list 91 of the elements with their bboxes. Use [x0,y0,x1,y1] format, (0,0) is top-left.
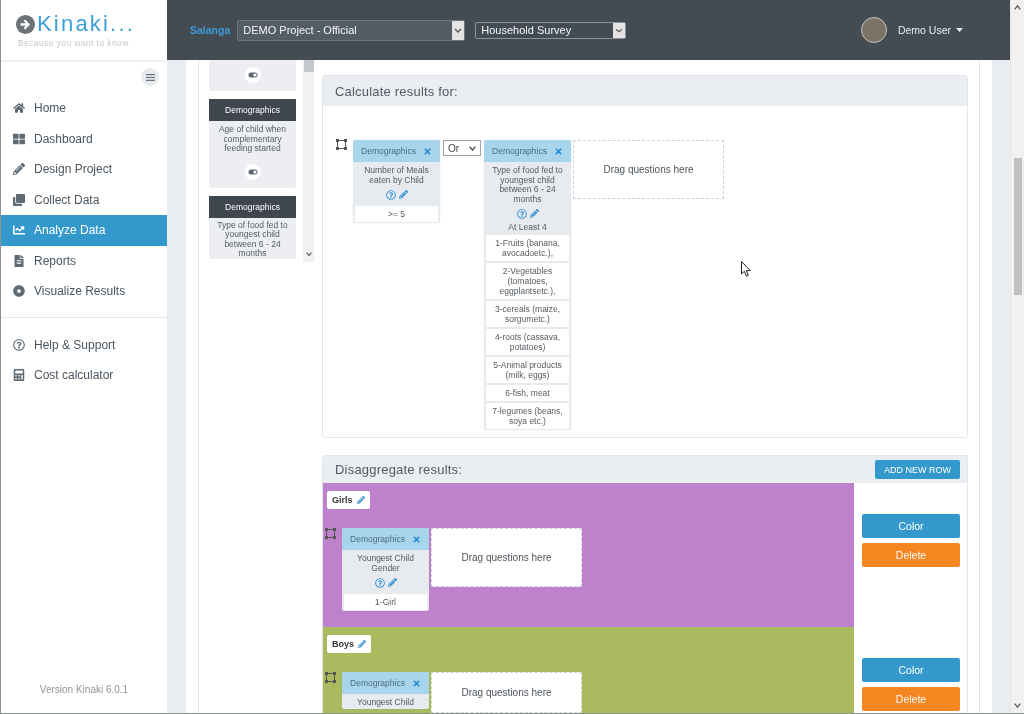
answer-option: 2-Vegetables (tomatoes, eggplantsetc.), [486,263,569,299]
question-card[interactable]: Demographics Type of food fed to youngest child between 6 - 24 months [209,195,296,259]
category-label: Demographics [361,146,416,156]
menu-icon [145,73,155,81]
version-text: Version Kinaki 6.0.1 [39,684,129,695]
card-header: Demographics [209,195,296,218]
nav-item[interactable]: Design Project [1,154,167,185]
close-icon[interactable] [422,146,432,156]
line-chart-icon [13,224,25,237]
question-text: Type of food fed to youngest child between 6 - 24 months [491,164,564,204]
question-card[interactable]: Demographics Age of child when complementary feeding started [209,99,296,188]
pencil-icon[interactable] [387,578,397,587]
row-label: Girls [332,495,353,505]
drop-zone[interactable]: Drag questions here [573,140,724,199]
target-icon [13,285,25,298]
condition-card[interactable]: Demographics Youngest Child [342,672,429,709]
nav-item[interactable]: Help & Support [1,329,167,360]
question-text: Type of food fed to youngest child between 6 - 24 months [216,218,289,259]
help-icon [13,338,25,351]
help-icon[interactable] [385,190,396,200]
caret-icon [452,20,465,40]
user-menu[interactable]: Demo User [897,24,963,36]
close-icon[interactable] [553,146,563,156]
survey-select[interactable]: Household Survey [475,21,627,39]
chevron-down-icon [469,145,476,151]
nav-item[interactable]: Collect Data [1,184,167,215]
category-label: Demographics [350,678,405,688]
help-icon[interactable] [374,578,385,588]
nav-item[interactable]: Dashboard [1,123,167,154]
drop-zone[interactable]: Drag questions here [431,672,582,713]
condition-card[interactable] [484,140,571,430]
answer-option: 1-Girl [344,594,427,610]
answer-option: 7-legumes (beans, soya etc.) [486,403,569,429]
toggle-icon[interactable] [244,66,261,83]
caret-icon [956,28,963,32]
scroll-down-icon[interactable] [1014,703,1021,708]
help-icon[interactable] [516,209,527,219]
answer-option: 1-Fruits (banana, avocadoetc.), [486,235,569,261]
answer-option: 5-Animal products (milk, eggs) [486,357,569,383]
menu-button[interactable] [141,68,159,86]
qualifier-text: At Least 4 [507,221,548,234]
pencil-icon[interactable] [398,190,408,199]
calculator-icon [13,369,25,382]
category-label: Demographics [492,146,547,156]
answer-option: 3-cereals (maize, sorgumetc.) [486,301,569,327]
scrollbar[interactable] [303,60,314,262]
question-text: Youngest Child [356,696,415,708]
pencil-icon[interactable] [529,209,539,218]
card-header: Demographics [209,99,296,121]
scrollbar-thumb[interactable] [303,60,314,72]
panel-title: Disaggregate results: [335,462,463,477]
condition-card[interactable]: Demographics Number of Meals eaten by Child >= 5 [353,140,440,223]
row-label: Boys [332,639,354,649]
pencil-icon [13,163,25,176]
stacked-cards-icon [13,193,25,206]
organization-name: Salanga [190,24,231,36]
home-icon [13,102,25,115]
nav-item[interactable]: Visualize Results [1,276,167,307]
grid-icon [13,132,25,145]
nav-item[interactable]: Cost calculator [1,360,167,391]
condition-card[interactable]: Demographics Youngest Child Gender 1-Girl [342,528,429,611]
scroll-down-icon[interactable] [305,251,312,256]
question-text: Number of Meals eaten by Child [363,164,430,185]
nav-item[interactable]: Home [1,93,167,124]
document-icon [13,254,25,267]
category-label: Demographics [350,534,405,544]
logo-text: Kinaki... [37,13,136,35]
question-text: Age of child when complementary feeding started [217,123,288,154]
pencil-icon[interactable] [358,640,366,648]
answer-option: 4-roots (cassava, potatoes) [486,329,569,355]
question-text: Youngest Child Gender [356,552,415,573]
scrollbar[interactable] [1010,0,1024,713]
arrow-circle-icon [16,14,35,34]
toggle-icon[interactable] [244,163,261,180]
pencil-icon[interactable] [356,496,365,504]
mouse-pointer-icon [741,261,751,277]
operator-select[interactable]: Or [443,140,481,156]
answer-option: 6-fish, meat [486,385,569,401]
answer-option: >= 5 [355,206,438,222]
close-icon[interactable] [411,534,421,544]
caret-icon [613,22,626,38]
panel-title: Calculate results for: [335,83,458,99]
scroll-up-icon[interactable] [1014,5,1021,10]
project-select[interactable]: DEMO Project - Official [237,19,466,41]
drop-zone[interactable]: Drag questions here [431,528,582,587]
frame-icon[interactable] [325,672,336,683]
scrollbar-thumb[interactable] [1013,158,1022,295]
close-icon[interactable] [411,678,421,688]
avatar-placeholder[interactable] [860,17,887,43]
frame-icon[interactable] [336,139,347,150]
nav-item[interactable]: Reports [1,245,167,276]
